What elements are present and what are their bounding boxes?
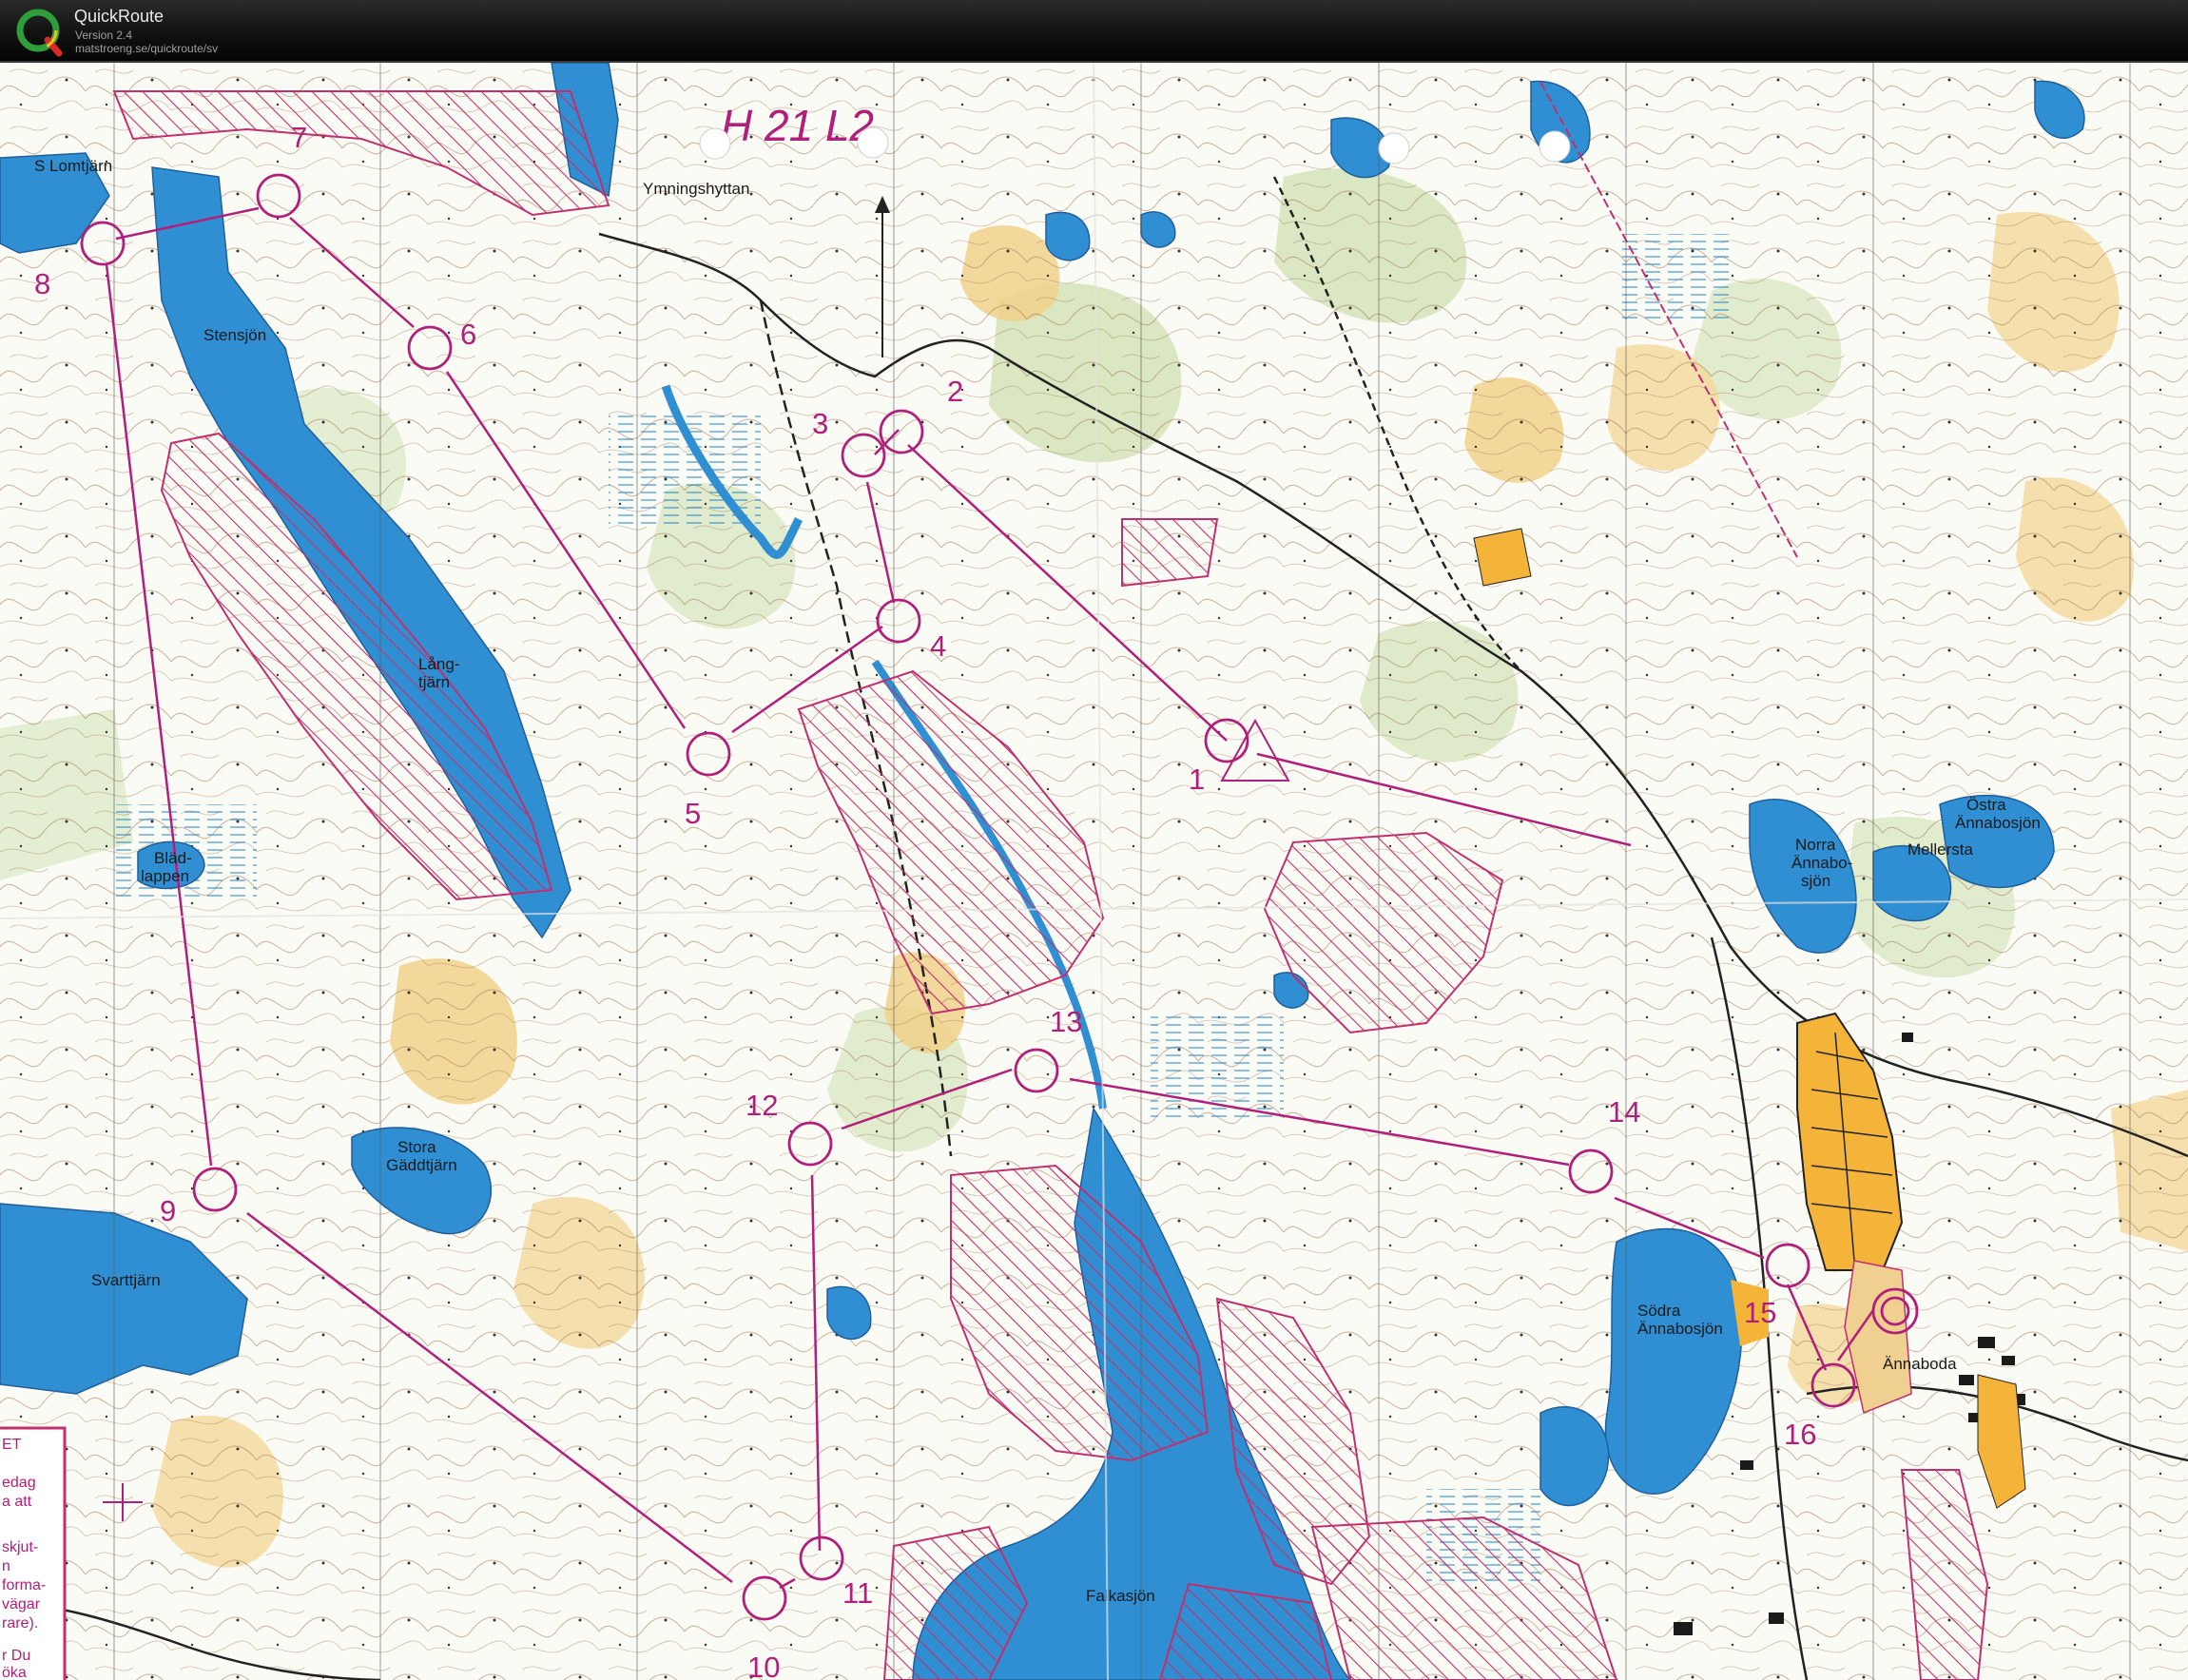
info-line-8: rare). <box>2 1615 38 1632</box>
orienteering-map[interactable]: 1 2 3 4 5 6 7 8 9 10 11 12 13 14 15 16 H… <box>0 63 2188 1680</box>
control-number-7: 7 <box>291 121 307 154</box>
control-number-2: 2 <box>947 375 963 408</box>
quickroute-logo-icon <box>16 9 63 57</box>
label-stensjon: Stensjön <box>203 326 266 344</box>
control-number-12: 12 <box>745 1089 778 1122</box>
label-svarttjarn: Svarttjärn <box>91 1271 161 1289</box>
control-number-16: 16 <box>1784 1418 1816 1451</box>
control-number-10: 10 <box>747 1651 780 1680</box>
label-mellersta: Mellersta <box>1907 840 1974 859</box>
control-number-15: 15 <box>1744 1296 1776 1329</box>
punch-hole-4 <box>1539 130 1571 163</box>
info-line-7: vägar <box>2 1596 41 1612</box>
info-line-2: edag <box>2 1475 36 1491</box>
label-annaboda: Ännaboda <box>1883 1355 1957 1373</box>
info-line-5: n <box>2 1558 10 1574</box>
info-box: ET edag a att skjut- n forma- vägar rare… <box>0 1426 67 1680</box>
control-number-13: 13 <box>1050 1005 1082 1038</box>
info-line-9: r Du <box>2 1648 30 1664</box>
map-viewport[interactable]: 1 2 3 4 5 6 7 8 9 10 11 12 13 14 15 16 H… <box>0 63 2188 1680</box>
title-bar: QuickRoute Version 2.4 matstroeng.se/qui… <box>0 0 2188 63</box>
info-line-3: a att <box>2 1494 32 1510</box>
control-number-1: 1 <box>1189 763 1205 796</box>
punch-hole-1 <box>699 127 731 160</box>
label-s-lomtjarn: S Lomtjärn <box>34 157 112 175</box>
control-number-6: 6 <box>460 318 476 351</box>
quickroute-window: QuickRoute Version 2.4 matstroeng.se/qui… <box>0 0 2188 1680</box>
label-ymningshyttan: Ymningshyttan <box>643 180 749 198</box>
info-line-1: ET <box>2 1437 22 1453</box>
app-url: matstroeng.se/quickroute/sv <box>75 42 219 55</box>
app-name: QuickRoute <box>74 7 165 26</box>
control-number-4: 4 <box>930 629 946 663</box>
app-version: Version 2.4 <box>75 29 133 42</box>
control-number-11: 11 <box>842 1576 873 1610</box>
handwritten-class-note: H 21 L2 <box>721 101 874 150</box>
info-line-6: forma- <box>2 1577 46 1593</box>
control-number-9: 9 <box>160 1194 176 1227</box>
punch-hole-2 <box>857 126 889 159</box>
control-number-3: 3 <box>812 407 828 440</box>
info-line-10: öka <box>2 1665 27 1680</box>
info-line-4: skjut- <box>2 1539 38 1555</box>
punch-hole-3 <box>1378 132 1410 164</box>
control-number-8: 8 <box>34 267 50 300</box>
control-number-14: 14 <box>1608 1095 1640 1129</box>
control-number-5: 5 <box>685 797 701 830</box>
label-falkasjon: Falkasjön <box>1086 1587 1155 1605</box>
